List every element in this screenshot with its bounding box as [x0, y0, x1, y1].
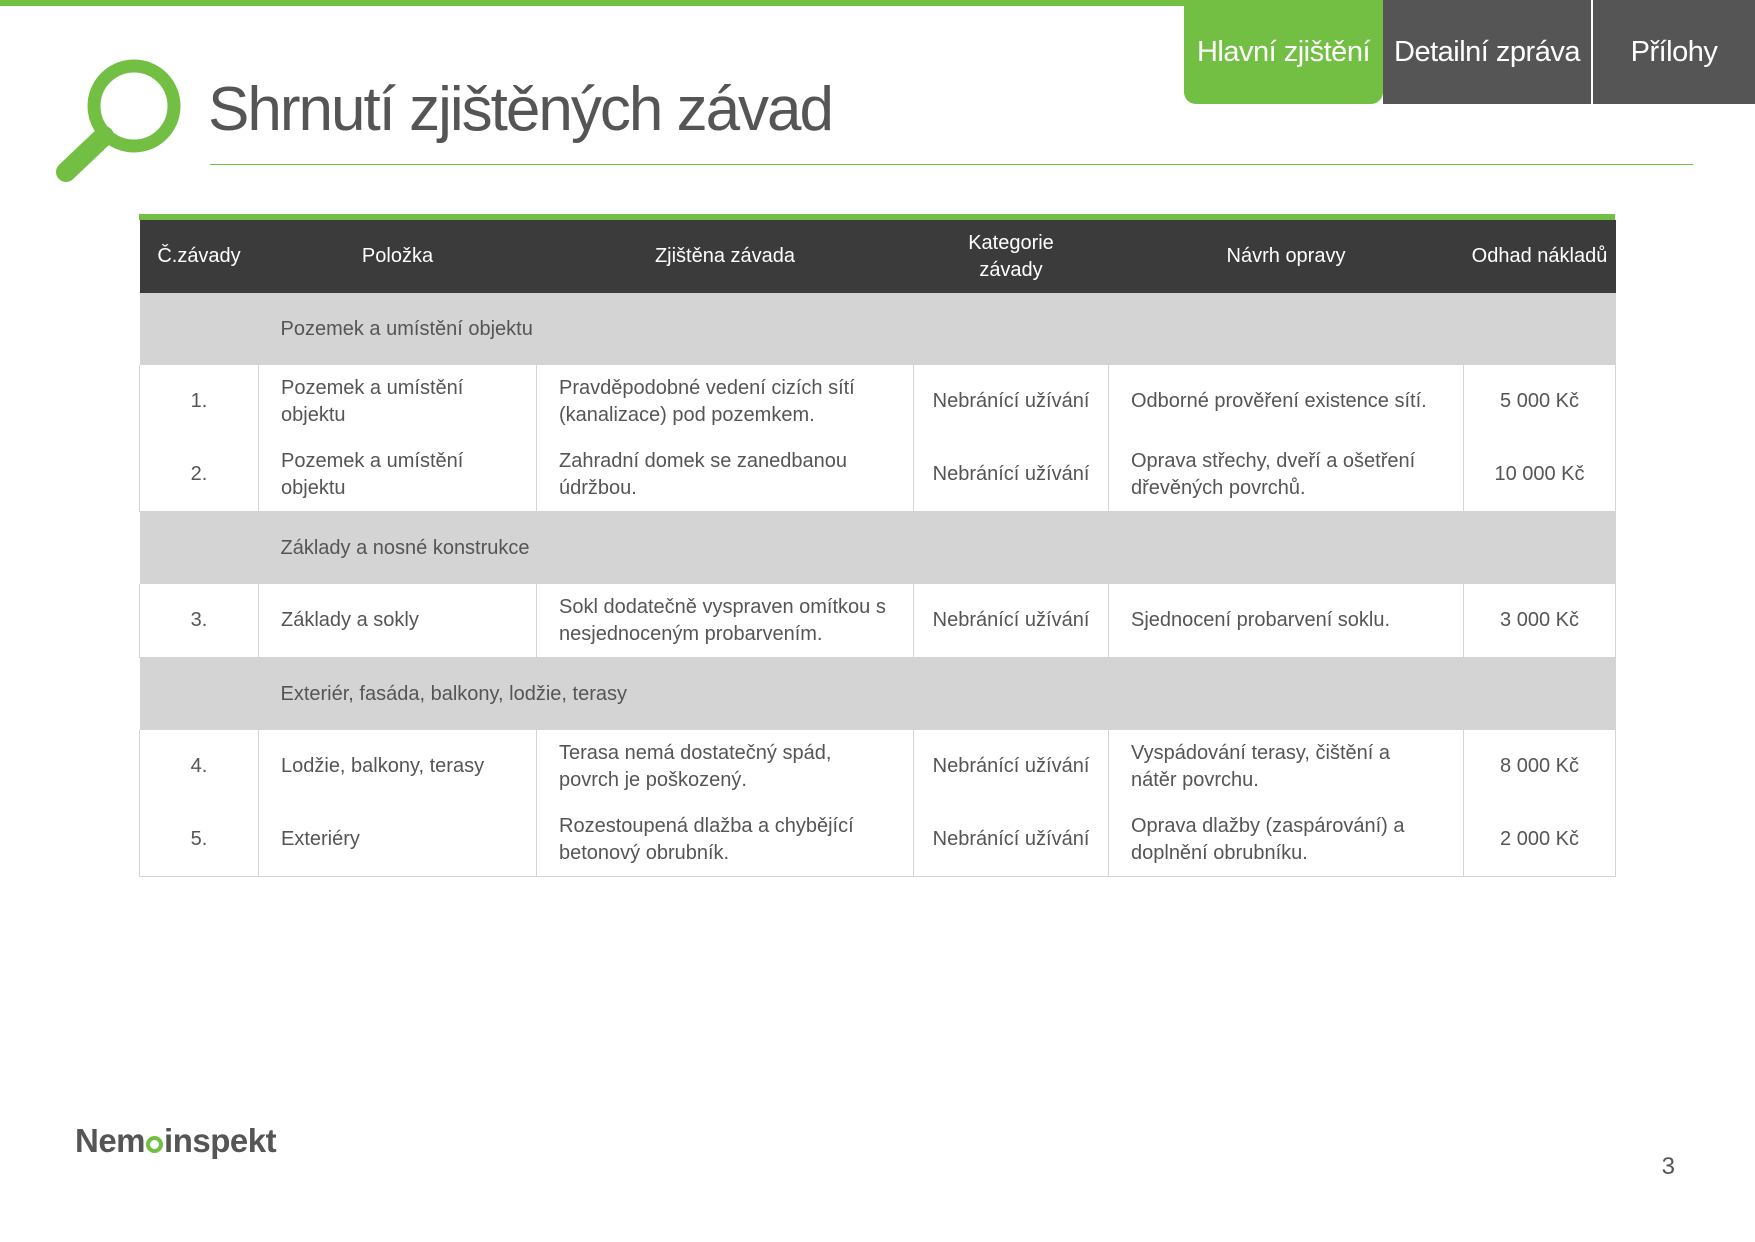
cell-defect: Sokl dodatečně vyspraven omítkou s nesje…: [536, 584, 914, 658]
cell-category: Nebránící užívání: [913, 584, 1109, 658]
logo-o-mark: [146, 1135, 164, 1153]
header-cost: Odhad nákladů: [1463, 220, 1616, 293]
cell-cost: 8 000 Kč: [1463, 730, 1616, 803]
page-title: Shrnutí zjištěných závad: [208, 75, 834, 144]
cell-cost: 3 000 Kč: [1463, 584, 1616, 658]
section-label: Exteriér, fasáda, balkony, lodžie, teras…: [258, 657, 1616, 730]
cell-item: Pozemek a umístění objektu: [258, 438, 537, 512]
table-row: 3. Základy a sokly Sokl dodatečně vyspra…: [139, 584, 1616, 658]
cell-category: Nebránící užívání: [913, 438, 1109, 512]
cell-cost: 5 000 Kč: [1463, 365, 1616, 438]
cell-cost: 2 000 Kč: [1463, 803, 1616, 877]
cell-category: Nebránící užívání: [913, 803, 1109, 877]
cell-category: Nebránící užívání: [913, 730, 1109, 803]
defects-table: Č.závady Položka Zjištěna závada Kategor…: [139, 220, 1616, 877]
header-defect: Zjištěna závada: [536, 220, 914, 293]
logo-text-left: Nem: [75, 1122, 146, 1159]
cell-fix: Vyspádování terasy, čištění a nátěr povr…: [1108, 730, 1464, 803]
header-fix: Návrh opravy: [1108, 220, 1464, 293]
cell-num: 4.: [139, 730, 259, 803]
tab-detailni-zprava[interactable]: Detailní zpráva: [1383, 0, 1593, 104]
title-rule: [210, 164, 1693, 165]
cell-defect: Zahradní domek se zanedbanou údržbou.: [536, 438, 914, 512]
page-number: 3: [1661, 1153, 1675, 1180]
section-label: Základy a nosné konstrukce: [258, 511, 1616, 584]
cell-defect: Pravděpodobné vedení cizích sítí (kanali…: [536, 365, 914, 438]
cell-item: Exteriéry: [258, 803, 537, 877]
section-row: Pozemek a umístění objektu: [139, 293, 1616, 365]
tab-prilohy[interactable]: Přílohy: [1593, 0, 1755, 104]
cell-defect: Rozestoupená dlažba a chybějící betonový…: [536, 803, 914, 877]
cell-fix: Oprava střechy, dveří a ošetření dřevěný…: [1108, 438, 1464, 512]
defects-table-wrapper: Č.závady Položka Zjištěna závada Kategor…: [139, 214, 1616, 877]
cell-fix: Oprava dlažby (zaspárování) a doplnění o…: [1108, 803, 1464, 877]
cell-cost: 10 000 Kč: [1463, 438, 1616, 512]
header-category: Kategorie závady: [913, 220, 1109, 293]
cell-num: 5.: [139, 803, 259, 877]
cell-num: 2.: [139, 438, 259, 512]
cell-fix: Sjednocení probarvení soklu.: [1108, 584, 1464, 658]
cell-item: Pozemek a umístění objektu: [258, 365, 537, 438]
table-row: 2. Pozemek a umístění objektu Zahradní d…: [139, 438, 1616, 512]
cell-defect: Terasa nemá dostatečný spád, povrch je p…: [536, 730, 914, 803]
section-label: Pozemek a umístění objektu: [258, 293, 1616, 365]
cell-item: Základy a sokly: [258, 584, 537, 658]
section-row: Exteriér, fasáda, balkony, lodžie, teras…: [139, 657, 1616, 730]
table-row: 5. Exteriéry Rozestoupená dlažba a chybě…: [139, 803, 1616, 877]
logo-text-right: inspekt: [164, 1122, 277, 1159]
table-row: 1. Pozemek a umístění objektu Pravděpodo…: [139, 365, 1616, 438]
section-row: Základy a nosné konstrukce: [139, 511, 1616, 584]
header-item: Položka: [258, 220, 537, 293]
header-num: Č.závady: [139, 220, 259, 293]
company-logo: Nem inspekt: [75, 1122, 277, 1160]
cell-num: 3.: [139, 584, 259, 658]
cell-num: 1.: [139, 365, 259, 438]
cell-category: Nebránící užívání: [913, 365, 1109, 438]
tab-hlavni-zjisteni[interactable]: Hlavní zjištění: [1184, 0, 1383, 104]
cell-item: Lodžie, balkony, terasy: [258, 730, 537, 803]
table-row: 4. Lodžie, balkony, terasy Terasa nemá d…: [139, 730, 1616, 803]
magnifier-icon: [56, 59, 181, 182]
table-header-row: Č.závady Položka Zjištěna závada Kategor…: [139, 220, 1616, 293]
top-tabs: Hlavní zjištění Detailní zpráva Přílohy: [1184, 0, 1755, 104]
cell-fix: Odborné prověření existence sítí.: [1108, 365, 1464, 438]
